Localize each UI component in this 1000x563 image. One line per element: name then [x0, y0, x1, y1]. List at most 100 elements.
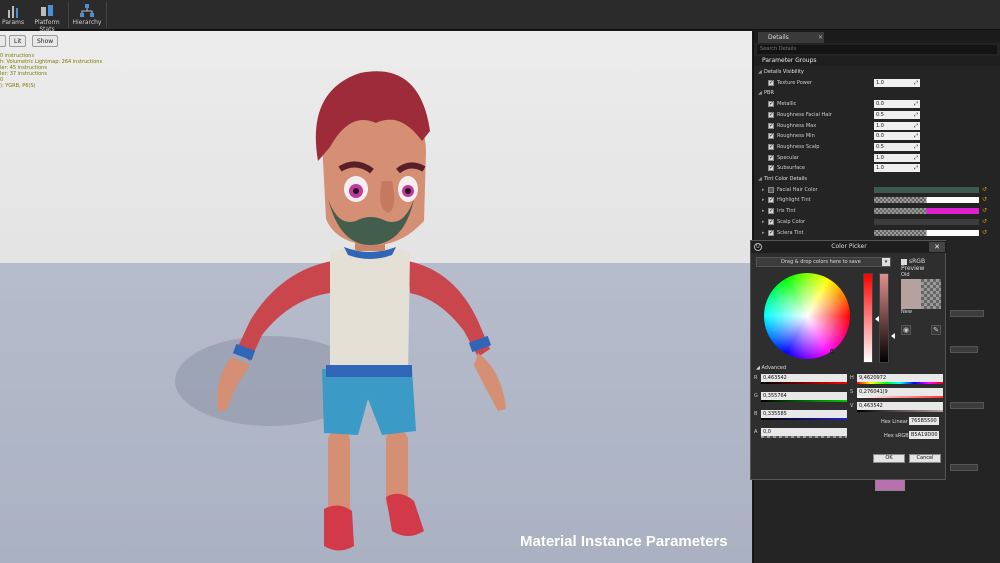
hex-linear-field[interactable]: 765B5500: [909, 417, 939, 425]
advanced-section-header[interactable]: ◢ Advanced: [756, 365, 786, 371]
close-icon[interactable]: ✕: [818, 32, 823, 43]
parameter-category[interactable]: ◢ Details Visibility: [754, 67, 1000, 78]
color-parameter-row[interactable]: ▸ Facial Hair Color ↺: [754, 185, 1000, 196]
scalar-parameter-row[interactable]: Specular1.0⤢: [754, 153, 1000, 164]
color-swatch[interactable]: [874, 186, 979, 193]
value-slider[interactable]: [879, 273, 889, 363]
scalar-parameter-row[interactable]: Metallic0.0⤢: [754, 99, 1000, 110]
color-theme-icon[interactable]: ◉: [901, 325, 911, 335]
scalar-parameter-row[interactable]: Roughness Facial Hair0.5⤢: [754, 110, 1000, 121]
parameter-checkbox[interactable]: [768, 132, 774, 140]
eyedropper-icon[interactable]: ✎: [931, 325, 941, 335]
color-wheel[interactable]: [764, 273, 850, 359]
parameter-checkbox[interactable]: [768, 218, 774, 225]
expand-arrow-icon[interactable]: ▸: [762, 208, 765, 214]
params-button[interactable]: Params: [2, 2, 24, 28]
new-color-label: New: [901, 309, 912, 315]
alpha-field[interactable]: 0,0: [761, 428, 847, 436]
reset-arrow-icon[interactable]: ↺: [982, 218, 987, 225]
parameter-category[interactable]: ◢ Tint Color Details: [754, 174, 1000, 185]
hierarchy-button[interactable]: Hierarchy: [70, 2, 104, 28]
reset-arrow-icon[interactable]: ↺: [982, 196, 987, 203]
green-field[interactable]: 0,355764: [761, 392, 847, 400]
hue-field[interactable]: 9,4620972: [857, 374, 943, 382]
blue-field[interactable]: 0,335585: [761, 410, 847, 418]
expand-arrow-icon[interactable]: ◢: [758, 176, 762, 182]
color-swatch[interactable]: [874, 229, 979, 236]
scalar-parameter-row[interactable]: Roughness Scalp0.5⤢: [754, 142, 1000, 153]
reset-arrow-icon[interactable]: ⤢: [914, 101, 920, 107]
red-field[interactable]: 0,463542: [761, 374, 847, 382]
saturation-slider[interactable]: [863, 273, 873, 363]
color-parameter-row[interactable]: ▸ Iris Tint ↺: [754, 206, 1000, 217]
platform-stats-button[interactable]: Platform Stats: [28, 2, 66, 33]
parameter-checkbox[interactable]: [768, 207, 774, 215]
scalar-parameter-row[interactable]: Roughness Min0.0⤢: [754, 131, 1000, 142]
srgb-preview-checkbox[interactable]: [901, 258, 907, 265]
reset-arrow-icon[interactable]: ⤢: [914, 112, 920, 118]
chevron-down-icon[interactable]: ▾: [882, 258, 890, 266]
value-marker[interactable]: [891, 333, 895, 339]
scalar-parameter-row[interactable]: Roughness Max1.0⤢: [754, 121, 1000, 132]
color-parameter-row[interactable]: ▸ Scalp Color ↺: [754, 217, 1000, 228]
new-color-swatch: [921, 279, 941, 309]
reset-arrow-icon[interactable]: ⤢: [914, 144, 920, 150]
hex-srgb-field[interactable]: B5A19D00: [909, 431, 939, 439]
saved-colors-dropdown[interactable]: Drag & drop colors here to save ▾: [756, 257, 891, 267]
lower-dropdown[interactable]: [950, 310, 984, 317]
expand-arrow-icon[interactable]: ▸: [762, 219, 765, 225]
color-parameter-row[interactable]: ▸ Sclera Tint ↺: [754, 228, 1000, 239]
color-picker-title: Color Picker: [831, 243, 867, 250]
parameter-checkbox[interactable]: [768, 154, 774, 161]
details-search-input[interactable]: Search Details: [757, 45, 997, 54]
parameter-checkbox[interactable]: [768, 186, 774, 193]
color-swatch[interactable]: [874, 197, 979, 204]
expand-arrow-icon[interactable]: ◢: [758, 69, 762, 75]
lower-dropdown[interactable]: [950, 346, 978, 353]
reset-arrow-icon[interactable]: ⤢: [914, 155, 920, 161]
scalar-parameter-row[interactable]: Texture Power1.0⤢: [754, 78, 1000, 89]
scalar-parameter-row[interactable]: Subsurface1.0⤢: [754, 163, 1000, 174]
cancel-button[interactable]: Cancel: [909, 454, 941, 463]
lower-dropdown[interactable]: [950, 464, 978, 471]
srgb-preview-toggle[interactable]: sRGB Preview: [901, 258, 945, 272]
close-button[interactable]: ✕: [929, 242, 945, 252]
value-field[interactable]: 0,463542: [857, 402, 943, 410]
reset-arrow-icon[interactable]: ↺: [982, 207, 987, 214]
reset-arrow-icon[interactable]: ⤢: [914, 123, 920, 129]
parameter-checkbox[interactable]: [768, 111, 774, 118]
viewport[interactable]: Lit Show 0 instructions h: Volumetric Li…: [0, 31, 752, 563]
toolbar-divider: [106, 2, 107, 28]
color-swatch[interactable]: [874, 218, 979, 225]
hex-srgb-label: Hex sRGB: [884, 433, 909, 439]
expand-arrow-icon[interactable]: ▸: [762, 187, 765, 193]
v-letter: V: [850, 403, 854, 409]
parameter-checkbox[interactable]: [768, 229, 774, 236]
saturation-field[interactable]: 0,276041|9: [857, 388, 943, 396]
expand-arrow-icon[interactable]: ▸: [762, 197, 765, 203]
lower-dropdown[interactable]: [950, 402, 984, 409]
parameter-checkbox[interactable]: [768, 79, 774, 86]
parameter-checkbox[interactable]: [768, 196, 774, 204]
green-gradient: [761, 400, 847, 402]
reset-arrow-icon[interactable]: ↺: [982, 186, 987, 193]
parameter-checkbox[interactable]: [768, 100, 774, 108]
texture-thumbnail[interactable]: [875, 479, 905, 491]
ok-button[interactable]: OK: [873, 454, 905, 463]
reset-arrow-icon[interactable]: ⤢: [914, 80, 920, 86]
color-wheel-selector[interactable]: [830, 349, 834, 353]
reset-arrow-icon[interactable]: ⤢: [914, 165, 920, 171]
blue-gradient: [761, 418, 847, 420]
parameter-checkbox[interactable]: [768, 143, 774, 150]
color-swatch[interactable]: [874, 208, 979, 215]
parameter-category[interactable]: ◢ PBR: [754, 88, 1000, 99]
tab-details[interactable]: Details ✕: [758, 32, 824, 43]
color-parameter-row[interactable]: ▸ Highlight Tint ↺: [754, 195, 1000, 206]
reset-arrow-icon[interactable]: ↺: [982, 229, 987, 236]
saturation-gradient: [857, 396, 943, 398]
reset-arrow-icon[interactable]: ⤢: [914, 133, 920, 139]
parameter-checkbox[interactable]: [768, 122, 774, 129]
expand-arrow-icon[interactable]: ◢: [758, 90, 762, 96]
expand-arrow-icon[interactable]: ▸: [762, 230, 765, 236]
parameter-checkbox[interactable]: [768, 164, 774, 172]
